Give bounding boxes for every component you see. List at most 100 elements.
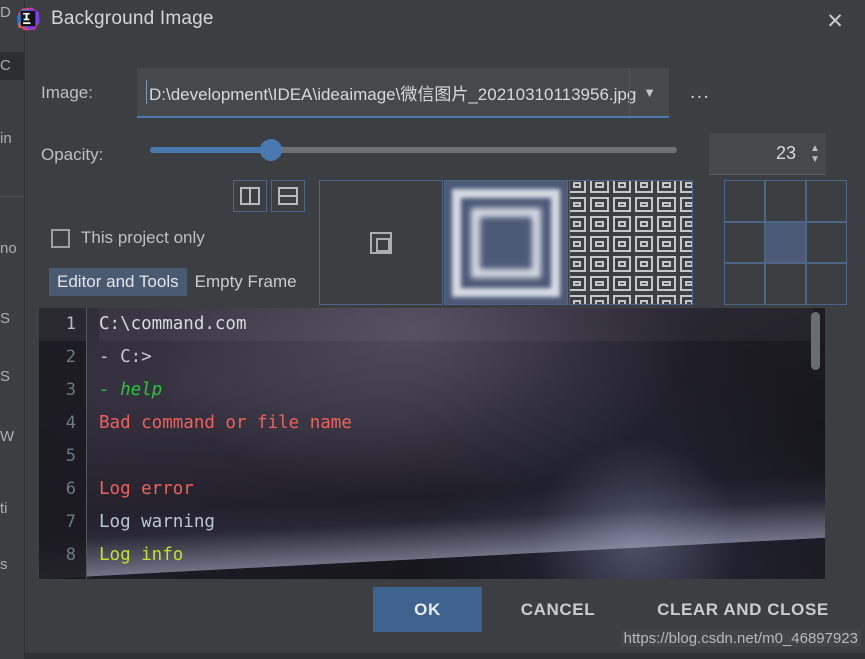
vertical-scrollbar[interactable] <box>811 312 820 370</box>
anchor-cell-bottom-left[interactable] <box>724 263 765 305</box>
spinner-arrows: ▲ ▼ <box>804 133 826 174</box>
tile-cell <box>570 181 588 195</box>
bg-fragment: s <box>0 556 8 573</box>
tile-cell <box>588 214 610 234</box>
layout-toggle-group <box>233 180 305 212</box>
tile-cell <box>570 293 588 304</box>
background-ide-sliver: D C in no S S W ti s <box>0 0 24 659</box>
code-line: Bad command or file name <box>99 413 352 433</box>
line-number: 5 <box>65 446 76 466</box>
tile-cell <box>570 234 588 254</box>
fill-mode-scale[interactable] <box>444 180 568 305</box>
tile-cell <box>570 274 588 294</box>
tile-cell <box>678 293 692 304</box>
intellij-idea-logo-icon <box>17 7 40 31</box>
dialog-title: Background Image <box>51 8 214 29</box>
anchor-cell-middle-center[interactable] <box>765 221 806 264</box>
tile-cell <box>655 214 677 234</box>
code-line: - help <box>99 380 163 400</box>
tile-cell <box>611 195 633 215</box>
anchor-position-grid <box>724 180 847 305</box>
split-vertical-glyph <box>240 187 260 205</box>
line-number: 1 <box>39 308 86 341</box>
tile-cell <box>570 214 588 234</box>
split-horizontal-icon[interactable] <box>271 180 305 212</box>
clear-and-close-button[interactable]: CLEAR AND CLOSE <box>644 587 842 632</box>
cancel-button[interactable]: CANCEL <box>510 587 606 632</box>
code-line: Log error <box>99 479 194 499</box>
tile-cell <box>633 234 655 254</box>
slider-thumb[interactable] <box>260 139 283 161</box>
tile-cell <box>678 234 692 254</box>
opacity-slider[interactable] <box>150 139 677 161</box>
tile-cell <box>678 195 692 215</box>
ok-button[interactable]: OK <box>373 587 482 632</box>
bg-fragment: in <box>0 130 12 147</box>
line-number-gutter: 1 2 3 4 5 6 7 8 <box>39 308 87 579</box>
opacity-label: Opacity: <box>41 145 104 164</box>
bg-fragment: ti <box>0 500 8 517</box>
code-line: Log warning <box>99 512 215 532</box>
opacity-spinner[interactable]: 23 ▲ ▼ <box>709 133 826 175</box>
split-vertical-icon[interactable] <box>233 180 267 212</box>
anchor-cell-middle-left[interactable] <box>724 221 765 264</box>
chevron-down-icon[interactable]: ▼ <box>629 68 669 116</box>
code-preview-panel[interactable]: 1 2 3 4 5 6 7 8 C:\command.com - C:> - help Bad co… <box>39 308 825 579</box>
dialog-footer: OK CANCEL CLEAR AND CLOSE https://blog.c… <box>25 579 865 659</box>
tile-cell <box>611 274 633 294</box>
tile-cell <box>611 254 633 274</box>
tile-cell <box>633 214 655 234</box>
bg-fragment: C <box>0 52 24 80</box>
tile-cell <box>633 254 655 274</box>
opacity-value: 23 <box>775 143 796 163</box>
anchor-cell-bottom-right[interactable] <box>806 263 847 305</box>
bg-fragment: W <box>0 428 15 445</box>
anchor-cell-top-center[interactable] <box>765 180 806 222</box>
tile-cell <box>655 234 677 254</box>
anchor-cell-top-left[interactable] <box>724 180 765 222</box>
chevron-down-icon[interactable]: ▼ <box>810 154 820 165</box>
slider-fill <box>150 147 272 153</box>
tile-cell <box>611 214 633 234</box>
watermark-text: https://blog.csdn.net/m0_46897923 <box>620 630 861 647</box>
tile-cell <box>633 293 655 304</box>
split-horizontal-glyph <box>278 187 298 205</box>
bg-fragment: S <box>0 310 11 327</box>
code-line: C:\command.com <box>99 308 813 341</box>
tile-cell <box>588 234 610 254</box>
tab-empty-frame[interactable]: Empty Frame <box>187 268 305 296</box>
code-lines: C:\command.com - C:> - help Bad command or … <box>99 308 813 572</box>
tile-cell <box>678 274 692 294</box>
center-square-icon <box>370 231 392 254</box>
image-path-field[interactable]: D:\development\IDEA\ideaimage\微信图片_20210… <box>137 68 669 118</box>
this-project-only-checkbox[interactable] <box>51 228 70 248</box>
tile-cell <box>655 293 677 304</box>
fill-mode-center[interactable] <box>319 180 443 305</box>
tile-cell <box>570 195 588 215</box>
tile-cell <box>655 195 677 215</box>
fill-mode-tile[interactable] <box>569 180 693 305</box>
tile-cell <box>588 293 610 304</box>
tile-cell <box>633 195 655 215</box>
close-icon[interactable]: ✕ <box>815 4 855 38</box>
tile-cell <box>611 181 633 195</box>
tab-editor-and-tools[interactable]: Editor and Tools <box>49 268 187 296</box>
preview-tabs: Editor and Tools Empty Frame <box>49 268 305 296</box>
anchor-cell-bottom-center[interactable] <box>765 263 806 305</box>
line-number: 3 <box>65 380 76 400</box>
browse-button[interactable]: ... <box>690 82 710 104</box>
line-number: 7 <box>65 512 76 532</box>
tile-cell <box>633 181 655 195</box>
chevron-up-icon[interactable]: ▲ <box>810 143 820 154</box>
screen: D C in no S S W ti s Background Image ✕ … <box>0 0 865 659</box>
line-number: 6 <box>65 479 76 499</box>
tile-cell <box>655 254 677 274</box>
anchor-cell-top-right[interactable] <box>806 180 847 222</box>
tile-cell <box>655 274 677 294</box>
anchor-cell-middle-right[interactable] <box>806 221 847 264</box>
tile-cell <box>588 181 610 195</box>
fill-mode-thumbnails <box>319 180 693 305</box>
this-project-only-row[interactable]: This project only <box>51 228 205 248</box>
tile-cell <box>678 214 692 234</box>
image-path-value: D:\development\IDEA\ideaimage\微信图片_20210… <box>149 84 637 104</box>
